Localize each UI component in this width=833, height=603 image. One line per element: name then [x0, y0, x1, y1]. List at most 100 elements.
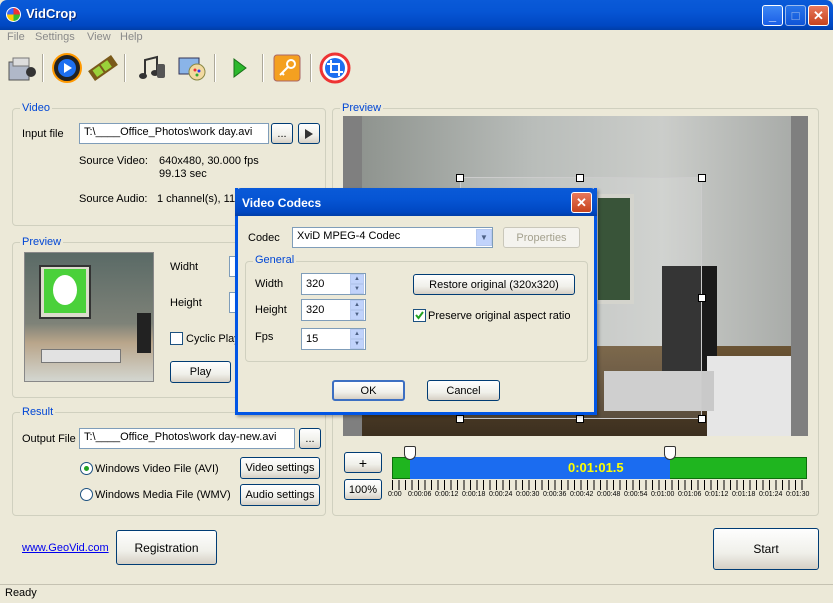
input-browse-button[interactable]: ... [271, 123, 293, 144]
output-browse-button[interactable]: ... [299, 428, 321, 449]
wmv-label: Windows Media File (WMV) [95, 489, 231, 501]
tick-label: 0:00:42 [570, 491, 594, 498]
preserve-aspect-label: Preserve original aspect ratio [428, 310, 571, 322]
dialog-close-button[interactable]: ✕ [571, 192, 592, 213]
result-group-label: Result [20, 406, 56, 418]
cancel-button[interactable]: Cancel [427, 380, 500, 401]
current-time: 0:01:01.5 [568, 460, 624, 475]
status-bar: Ready [0, 584, 833, 603]
source-audio-value: 1 channel(s), 11 [157, 193, 236, 205]
width-value: 320 [306, 278, 325, 290]
dialog-title: Video Codecs [242, 196, 322, 210]
registration-button[interactable]: Registration [116, 530, 217, 565]
avi-label: Windows Video File (AVI) [95, 463, 219, 475]
tick-label: 0:00:24 [489, 491, 513, 498]
play-icon[interactable] [50, 50, 84, 86]
general-group-label: General [253, 254, 297, 266]
fps-value: 15 [306, 333, 319, 345]
website-link[interactable]: www.GeoVid.com [22, 542, 109, 554]
crop-handle-t[interactable] [576, 174, 584, 182]
timeline-selection[interactable] [410, 457, 670, 479]
height-down-icon[interactable]: ▼ [350, 310, 364, 320]
height-value: 320 [306, 304, 325, 316]
minimize-button[interactable]: _ [762, 5, 783, 26]
height-up-icon[interactable]: ▲ [350, 300, 364, 310]
crop-handle-tr[interactable] [698, 174, 706, 182]
tick-label: 0:01:06 [678, 491, 702, 498]
menu-view[interactable]: View [87, 31, 111, 43]
width-up-icon[interactable]: ▲ [350, 274, 364, 284]
tick-label: 0:00:48 [597, 491, 621, 498]
width-down-icon[interactable]: ▼ [350, 284, 364, 294]
crop-handle-r[interactable] [698, 294, 706, 302]
menu-help[interactable]: Help [120, 31, 143, 43]
height-spinner[interactable]: 320 ▲ ▼ [301, 299, 366, 321]
audio-settings-button[interactable]: Audio settings [240, 484, 320, 506]
properties-button: Properties [503, 227, 580, 248]
input-file-label: Input file [22, 128, 64, 140]
cyclic-play-label: Cyclic Play [186, 333, 240, 345]
preview-play-button[interactable]: Play [170, 361, 231, 383]
zoom-in-button[interactable]: + [344, 452, 382, 473]
close-button[interactable]: ✕ [808, 5, 829, 26]
title-bar[interactable] [0, 0, 833, 30]
crop-handle-tl[interactable] [456, 174, 464, 182]
source-video-value: 640x480, 30.000 fps [159, 155, 259, 167]
timeline-ticks: 0:00 0:00:06 0:00:12 0:00:18 0:00:24 0:0… [388, 491, 812, 501]
maximize-button: □ [785, 5, 806, 26]
zoom-level-button[interactable]: 100% [344, 479, 382, 500]
menu-settings[interactable]: Settings [35, 31, 75, 43]
app-icon [6, 7, 21, 22]
run-icon[interactable] [222, 50, 256, 86]
preview-left-group-label: Preview [20, 236, 64, 248]
codec-select[interactable]: XviD MPEG-4 Codec [292, 227, 493, 248]
crop-handle-b[interactable] [576, 415, 584, 423]
input-file-field[interactable]: T:\____Office_Photos\work day.avi [79, 123, 269, 144]
play-arrow-icon [305, 128, 313, 139]
movie-open-icon[interactable] [4, 50, 38, 86]
crop-icon[interactable] [318, 50, 352, 86]
audio-icon[interactable] [134, 50, 168, 86]
fps-down-icon[interactable]: ▼ [350, 339, 364, 349]
width-spinner[interactable]: 320 ▲ ▼ [301, 273, 366, 295]
key-icon[interactable] [270, 50, 304, 86]
tick-label: 0:00:30 [516, 491, 540, 498]
cyclic-play-checkbox[interactable] [170, 332, 183, 345]
crop-handle-bl[interactable] [456, 415, 464, 423]
film-icon[interactable] [86, 50, 120, 86]
source-audio-label: Source Audio: [79, 193, 148, 205]
input-play-button[interactable] [298, 123, 320, 144]
tick-label: 0:00:36 [543, 491, 567, 498]
fps-up-icon[interactable]: ▲ [350, 329, 364, 339]
width-label: Widht [170, 261, 199, 273]
tick-label: 0:00 [388, 491, 402, 498]
wmv-radio[interactable] [80, 488, 93, 501]
chevron-down-icon[interactable]: ▼ [476, 229, 492, 246]
output-file-field[interactable]: T:\____Office_Photos\work day-new.avi [79, 428, 295, 449]
checkmark-icon [415, 311, 424, 320]
fps-label: Fps [255, 331, 274, 343]
status-text: Ready [5, 587, 37, 599]
crop-handle-br[interactable] [698, 415, 706, 423]
video-settings-button[interactable]: Video settings [240, 457, 320, 479]
preserve-aspect-checkbox[interactable] [413, 309, 426, 322]
start-button[interactable]: Start [713, 528, 819, 570]
ok-button[interactable]: OK [332, 380, 405, 401]
duration-value: 99.13 sec [159, 168, 207, 180]
timeline-end-marker[interactable] [664, 446, 676, 460]
codec-label: Codec [248, 232, 280, 244]
menu-file[interactable]: File [7, 31, 25, 43]
tick-label: 0:01:12 [705, 491, 729, 498]
timeline-start-marker[interactable] [404, 446, 416, 460]
effects-icon[interactable] [174, 50, 208, 86]
video-group-label: Video [20, 102, 52, 114]
dialog-width-label: Width [255, 278, 284, 290]
fps-spinner[interactable]: 15 ▲ ▼ [301, 328, 366, 350]
restore-original-button[interactable]: Restore original (320x320) [413, 274, 575, 295]
toolbar [0, 46, 833, 92]
height-label: Height [170, 297, 202, 309]
tick-label: 0:00:06 [408, 491, 432, 498]
avi-radio[interactable] [80, 462, 93, 475]
tick-label: 0:00:12 [435, 491, 459, 498]
preview-thumbnail [24, 252, 154, 382]
